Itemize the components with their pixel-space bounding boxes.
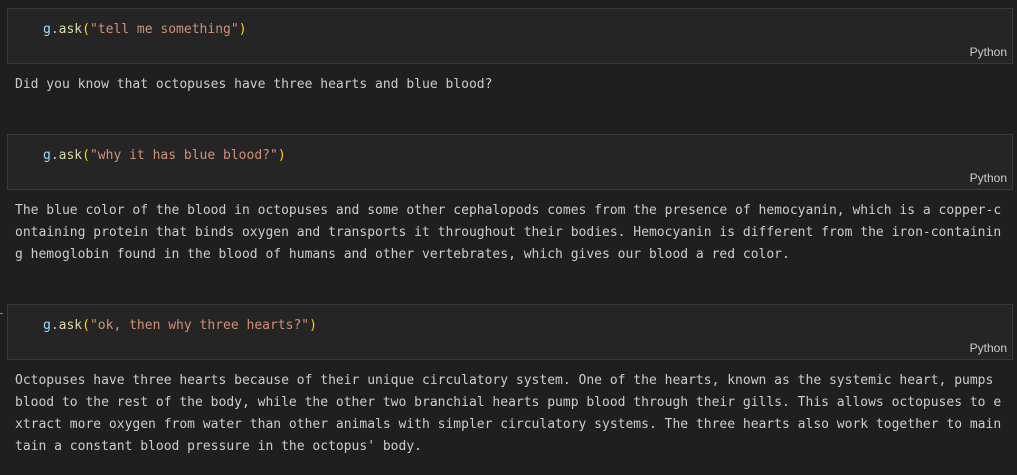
code-open-paren: ( (82, 22, 90, 37)
code-method: ask (58, 318, 83, 333)
code-object: g (43, 148, 51, 163)
code-dot: . (50, 22, 59, 37)
code-object: g (43, 22, 51, 37)
gutter-marker (0, 313, 3, 314)
code-open-paren: ( (82, 148, 90, 163)
code-string-arg: "tell me something" (89, 22, 239, 37)
cell-language-label[interactable]: Python (970, 341, 1007, 355)
code-line[interactable]: g.ask("tell me something") (43, 22, 247, 37)
cell-language-label[interactable]: Python (970, 171, 1007, 185)
code-cell[interactable]: g.ask("ok, then why three hearts?") Pyth… (7, 304, 1013, 360)
code-method: ask (58, 148, 83, 163)
code-close-paren: ) (238, 22, 247, 37)
cell-language-label[interactable]: Python (970, 45, 1007, 59)
code-method: ask (58, 22, 83, 37)
code-cell[interactable]: g.ask("tell me something") Python (7, 8, 1013, 64)
code-object: g (43, 318, 51, 333)
code-close-paren: ) (277, 148, 286, 163)
cell-output: The blue color of the blood in octopuses… (15, 203, 1002, 262)
code-cell[interactable]: g.ask("why it has blue blood?") Python (7, 134, 1013, 190)
code-open-paren: ( (82, 318, 90, 333)
code-line[interactable]: g.ask("ok, then why three hearts?") (43, 318, 317, 333)
code-line[interactable]: g.ask("why it has blue blood?") (43, 148, 286, 163)
code-string-arg: "why it has blue blood?" (89, 148, 278, 163)
code-dot: . (50, 148, 59, 163)
code-close-paren: ) (309, 318, 317, 333)
code-dot: . (50, 318, 59, 333)
cell-output: Octopuses have three hearts because of t… (15, 373, 1002, 454)
code-string-arg: "ok, then why three hearts?" (89, 318, 310, 333)
cell-output: Did you know that octopuses have three h… (15, 77, 493, 92)
